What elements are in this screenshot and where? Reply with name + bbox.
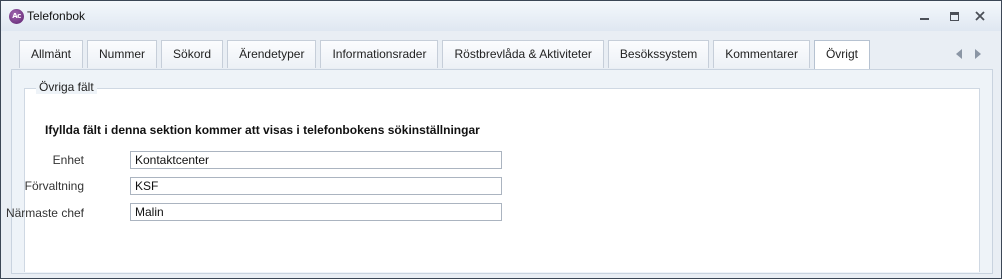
window: Ac Telefonbok Allmänt Nummer Sökord Ären…: [0, 0, 1002, 279]
tab-scroll-left-button[interactable]: [956, 49, 966, 59]
maximize-button[interactable]: [945, 7, 963, 25]
tab-besokssystem[interactable]: Besökssystem: [607, 40, 710, 68]
enhet-field[interactable]: [130, 151, 502, 169]
title-bar: Ac Telefonbok: [1, 1, 1001, 31]
tab-list: Allmänt Nummer Sökord Ärendetyper Inform…: [19, 40, 874, 70]
chevron-right-icon: [975, 49, 981, 59]
chevron-left-icon: [956, 49, 962, 59]
close-icon: [975, 11, 985, 21]
tab-kommentarer[interactable]: Kommentarer: [713, 40, 810, 68]
tab-allmant[interactable]: Allmänt: [19, 40, 84, 68]
tab-arendetyper[interactable]: Ärendetyper: [227, 40, 317, 68]
minimize-button[interactable]: [915, 7, 933, 25]
tab-sokord[interactable]: Sökord: [161, 40, 224, 68]
tab-content-panel: Ifyllda fält i denna sektion kommer att …: [6, 69, 993, 274]
window-title: Telefonbok: [27, 9, 86, 23]
app-icon: Ac: [9, 9, 24, 24]
tab-nummer[interactable]: Nummer: [87, 40, 158, 68]
forvaltning-label: Förvaltning: [24, 179, 84, 193]
tab-rostbrevlada-aktiviteter[interactable]: Röstbrevlåda & Aktiviteter: [442, 40, 604, 68]
narmaste-chef-field[interactable]: [130, 203, 502, 221]
narmaste-chef-label: Närmaste chef: [5, 206, 84, 220]
maximize-icon: [949, 11, 959, 21]
group-title: Övriga fält: [36, 80, 97, 94]
tab-informationsrader[interactable]: Informationsrader: [320, 40, 439, 68]
forvaltning-field[interactable]: [130, 177, 502, 195]
ovriga-falt-group: Ifyllda fält i denna sektion kommer att …: [6, 88, 980, 272]
tab-scroll-right-button[interactable]: [975, 49, 985, 59]
enhet-label: Enhet: [52, 153, 84, 167]
tab-ovrigt[interactable]: Övrigt: [813, 40, 870, 70]
section-title: Ifyllda fält i denna sektion kommer att …: [45, 123, 480, 137]
close-button[interactable]: [971, 7, 989, 25]
minimize-icon: [919, 18, 929, 20]
tab-strip: Allmänt Nummer Sökord Ärendetyper Inform…: [1, 31, 1001, 70]
